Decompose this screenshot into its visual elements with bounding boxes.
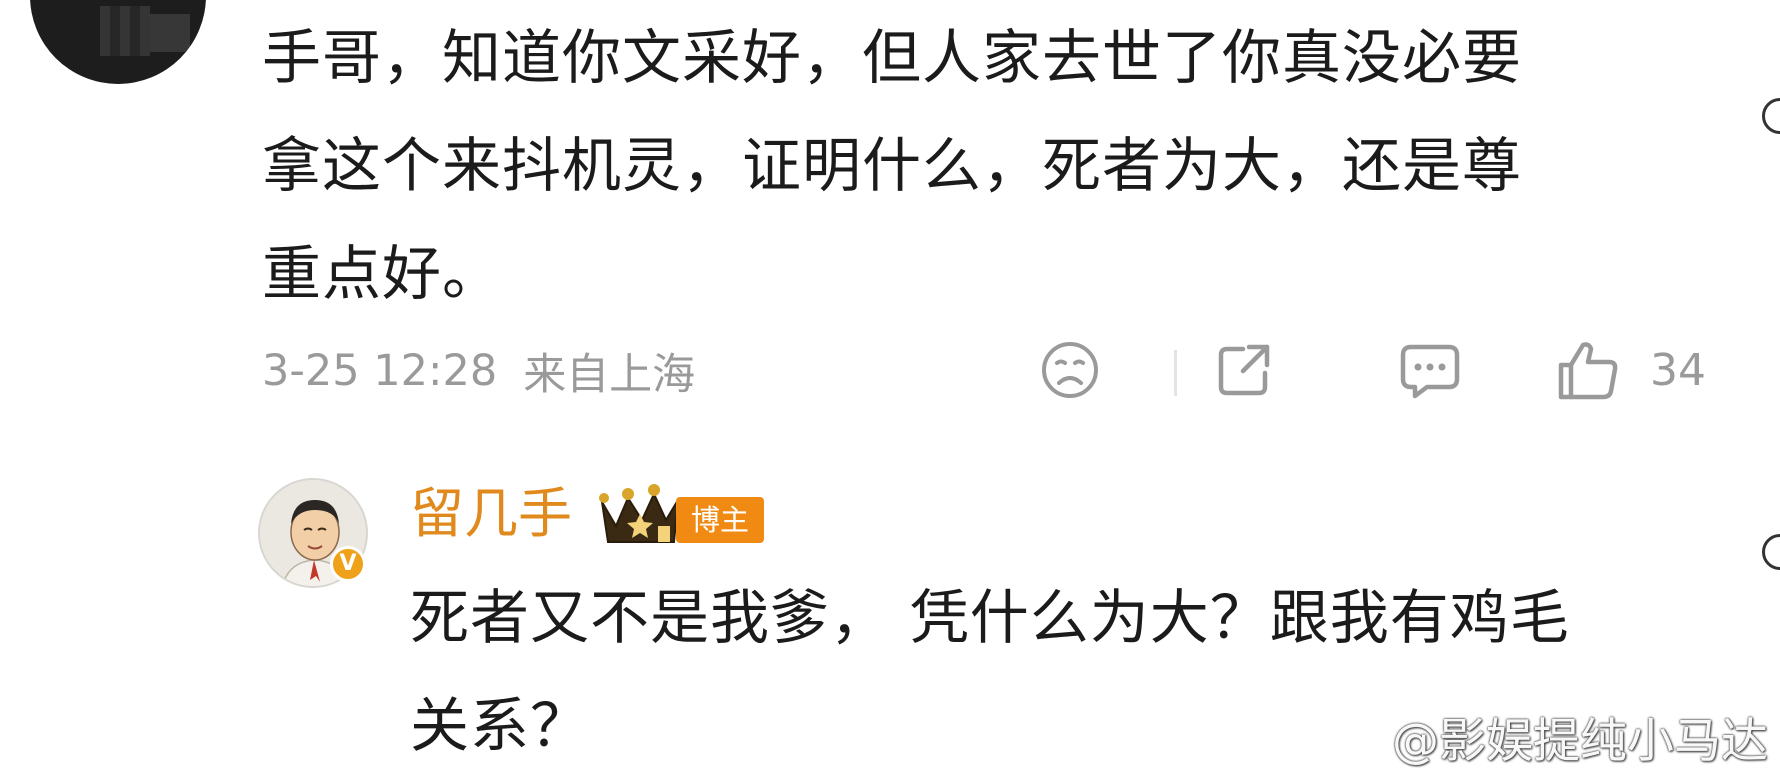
like-button[interactable]	[1548, 330, 1628, 410]
watermark: @影娱提纯小马达	[1326, 706, 1768, 769]
verified-badge: V	[330, 546, 366, 582]
share-icon	[1218, 344, 1270, 396]
commenter-avatar[interactable]	[30, 0, 206, 84]
blogger-tag: 博主	[676, 497, 764, 543]
blogger-username[interactable]: 留几手	[410, 482, 572, 546]
dislike-button[interactable]	[1030, 330, 1110, 410]
like-count: 34	[1650, 345, 1706, 396]
edge-decoration	[1762, 98, 1780, 134]
comment-icon	[1400, 344, 1460, 399]
thumbs-up-icon	[1558, 342, 1618, 400]
action-divider	[1174, 350, 1177, 396]
comment-meta: 3-25 12:28 来自上海	[262, 336, 695, 406]
watermark-text: @影娱提纯小马达	[1392, 713, 1768, 769]
dislike-face-icon	[1042, 342, 1098, 398]
comment-date: 3-25 12:28	[262, 346, 498, 396]
avatar-mosaic-2	[150, 14, 190, 52]
comment-text: 手哥，知道你文采好，但人家去世了你真没必要 拿这个来抖机灵，证明什么，死者为大，…	[262, 23, 1523, 308]
avatar-mosaic	[100, 6, 150, 56]
weibo-logo-icon	[1328, 716, 1384, 760]
comment-location: 来自上海	[523, 350, 696, 400]
share-button[interactable]	[1204, 330, 1284, 410]
edge-decoration	[1762, 534, 1780, 570]
comment-button[interactable]	[1390, 330, 1470, 410]
